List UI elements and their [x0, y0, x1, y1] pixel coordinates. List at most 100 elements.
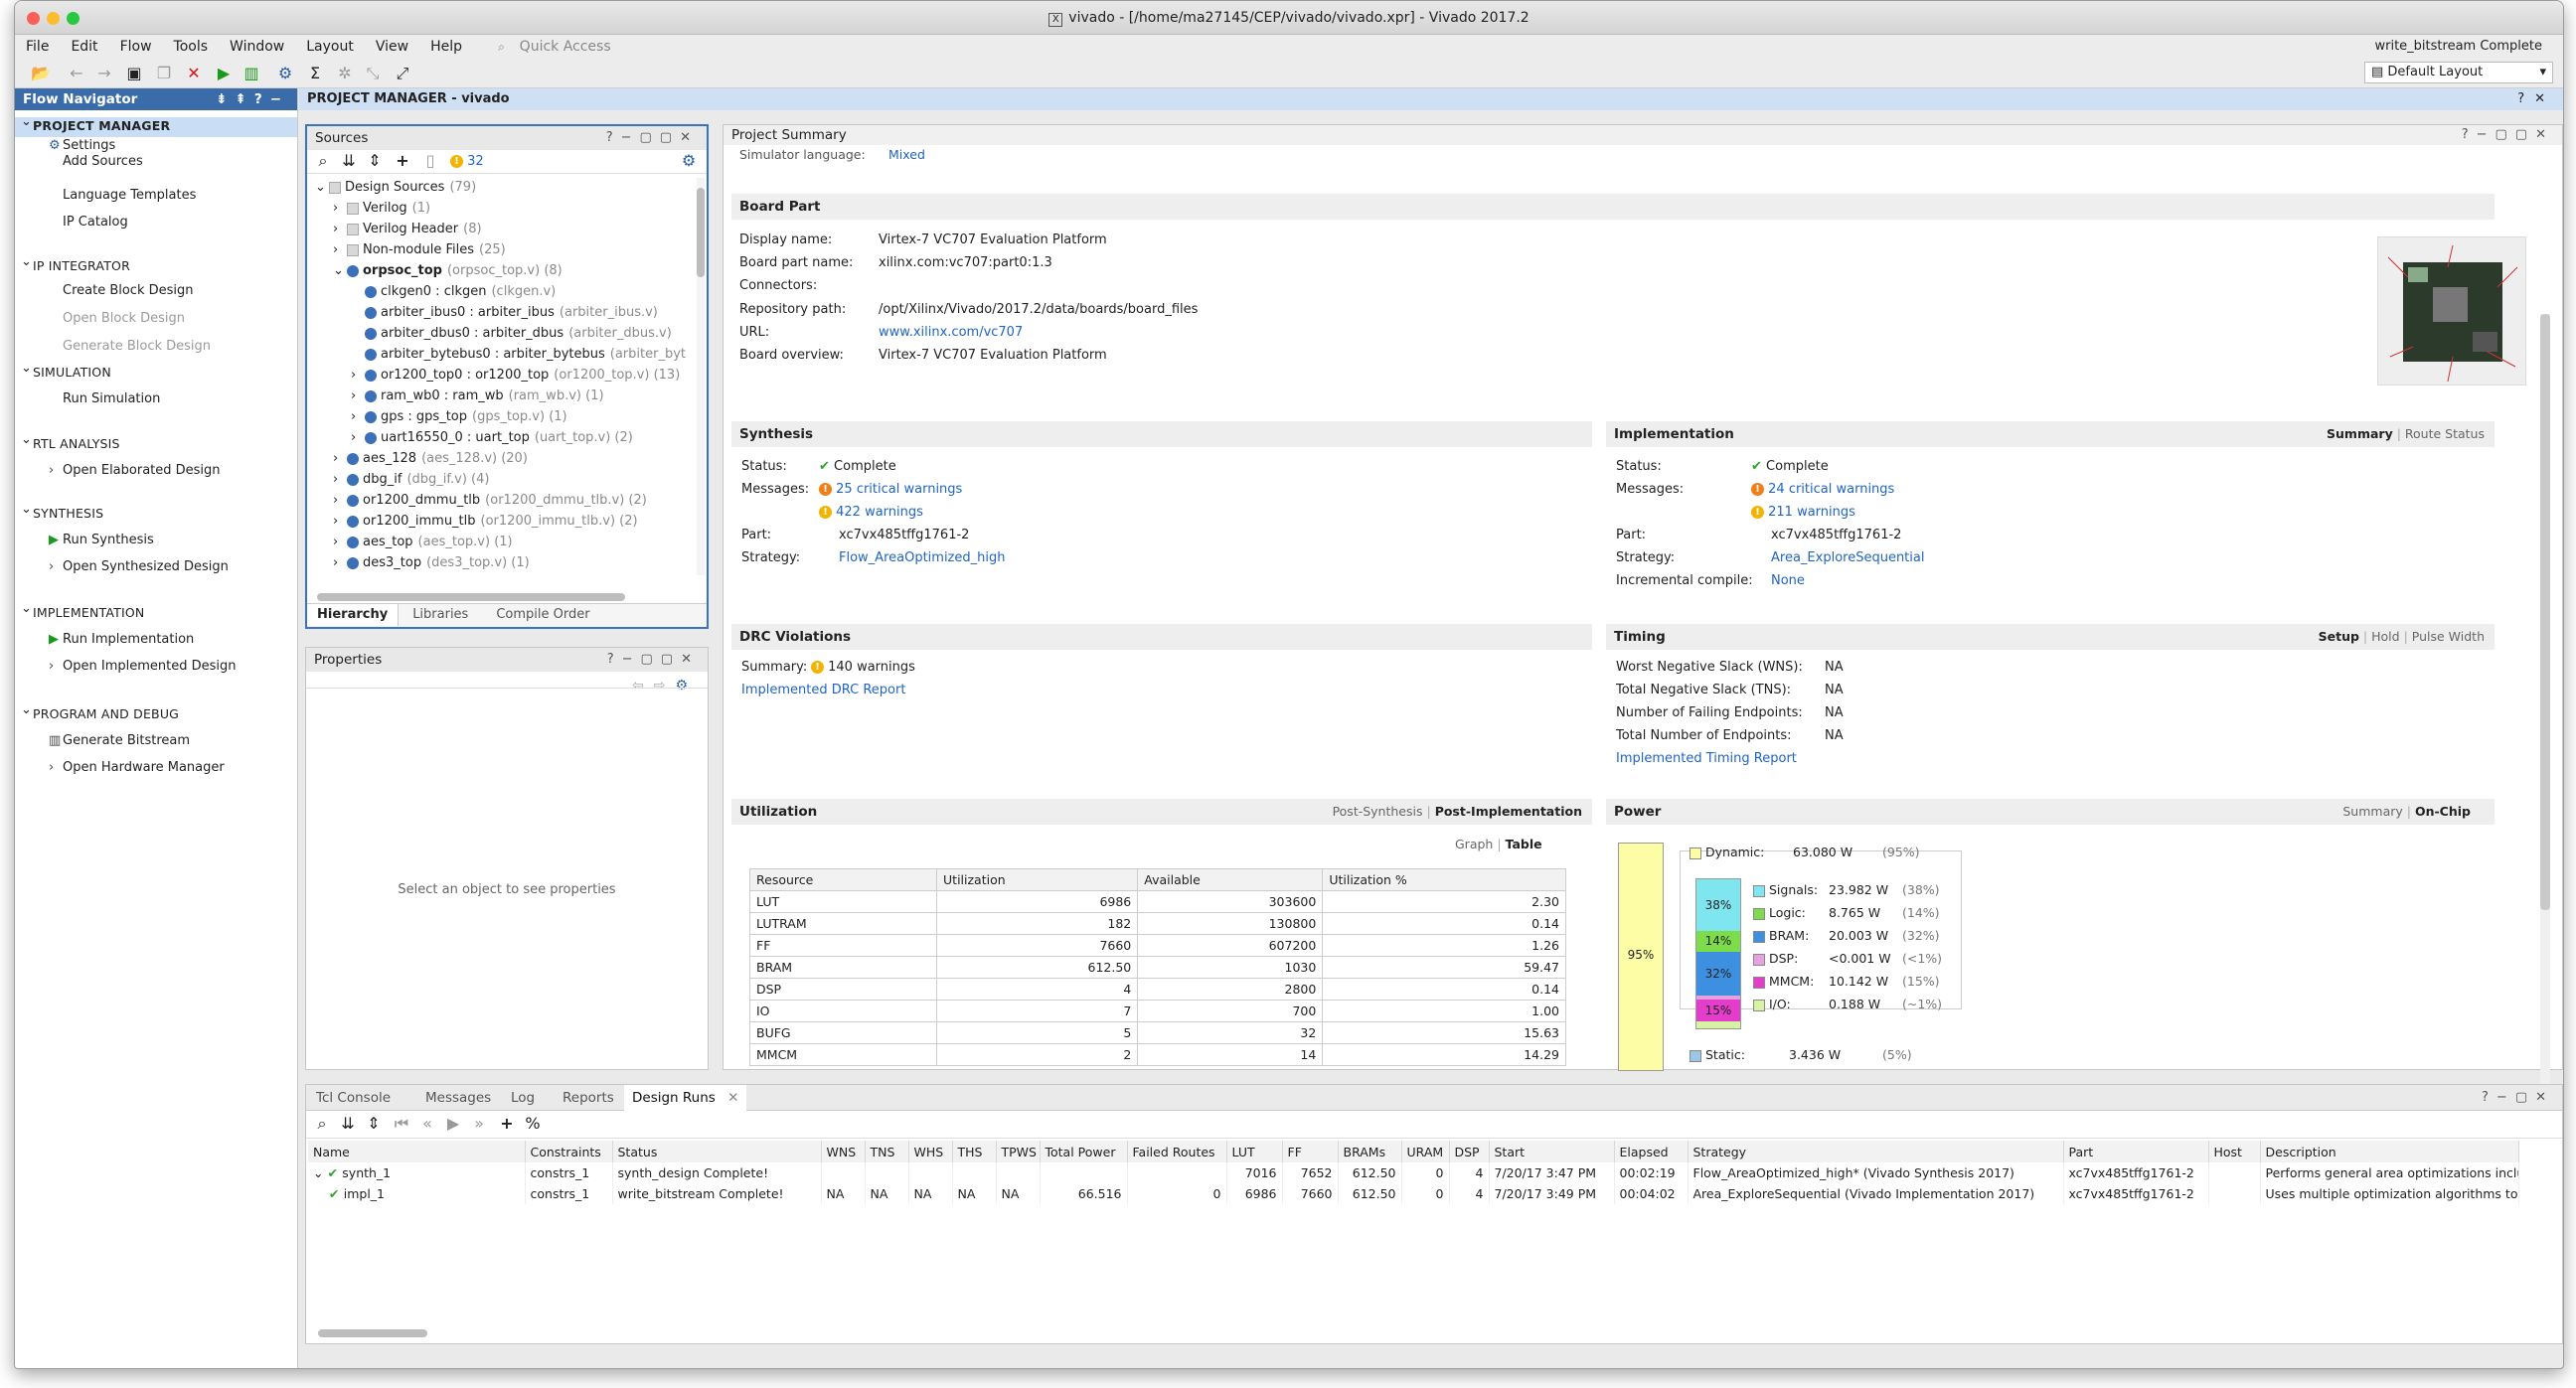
panel-window-icons[interactable]: ?−▢▢✕ — [2462, 125, 2554, 145]
tab-tcl-console[interactable]: Tcl Console — [308, 1085, 399, 1111]
chevron-right-icon[interactable]: › — [351, 409, 365, 424]
expand-chevron-icon[interactable]: ⌄ — [21, 114, 32, 129]
chevron-right-icon[interactable]: › — [333, 451, 347, 466]
board-url-link[interactable]: www.xilinx.com/vc707 — [879, 325, 1023, 340]
runs-col-header[interactable]: FF — [1282, 1141, 1339, 1162]
back-icon[interactable]: « — [417, 1115, 437, 1133]
collapse-all-icon[interactable]: ⇊ — [339, 152, 359, 170]
runs-col-header[interactable]: TPWS — [996, 1141, 1041, 1162]
runs-col-header[interactable]: WHS — [908, 1141, 953, 1162]
chevron-right-icon[interactable]: › — [333, 535, 347, 549]
chevron-down-icon[interactable]: ⌄ — [315, 180, 329, 195]
timing-tab-hold[interactable]: Hold — [2371, 629, 2399, 644]
settings-gear-icon[interactable]: ⚙ — [679, 152, 699, 170]
runs-col-header[interactable]: DSP — [1449, 1141, 1490, 1162]
tree-node[interactable]: › or1200_immu_tlb (or1200_immu_tlb.v) (2) — [333, 514, 638, 529]
percent-icon[interactable]: % — [523, 1115, 543, 1133]
panel-window-icons[interactable]: ?−▢✕ — [2482, 1085, 2554, 1111]
tree-node[interactable]: › gps : gps_top (gps_top.v) (1) — [351, 409, 567, 424]
quick-access-search[interactable]: ⌕ Quick Access — [487, 35, 633, 59]
runs-col-header[interactable]: WNS — [821, 1141, 866, 1162]
runs-col-header[interactable]: Part — [2063, 1141, 2209, 1162]
expand-all-icon[interactable]: ⇕ — [365, 152, 385, 170]
tree-node[interactable]: › dbg_if (dbg_if.v) (4) — [333, 472, 489, 487]
nav-item-4-0[interactable]: ▶ Run Synthesis — [49, 533, 154, 547]
util-view-table[interactable]: Table — [1506, 837, 1542, 851]
nav-item-2-0[interactable]: Run Simulation — [63, 391, 160, 406]
tree-node[interactable]: › Verilog (1) — [333, 201, 430, 216]
expand-chevron-icon[interactable]: ⌄ — [21, 702, 32, 717]
expand-chevron-icon[interactable]: ⌄ — [21, 361, 32, 376]
util-col-header[interactable]: Utilization % — [1322, 868, 1566, 891]
wand-icon[interactable]: ⤡ — [363, 65, 383, 82]
nav-item-0-0[interactable]: ⚙ Settings — [49, 138, 115, 153]
nav-item-0-1[interactable]: Add Sources — [63, 154, 143, 169]
impl-warning-link[interactable]: ! 211 warnings — [1751, 505, 1855, 520]
scroll-thumb[interactable] — [2540, 314, 2550, 910]
tree-node[interactable]: › or1200_dmmu_tlb (or1200_dmmu_tlb.v) (2) — [333, 493, 647, 508]
nav-section-0[interactable]: PROJECT MANAGER — [33, 118, 170, 133]
tab-compile-order[interactable]: Compile Order — [482, 604, 603, 626]
tree-node[interactable]: › uart16550_0 : uart_top (uart_top.v) (2) — [351, 430, 633, 445]
tree-node[interactable]: › des3_top (des3_top.v) (1) — [333, 555, 530, 570]
nav-section-2[interactable]: SIMULATION — [33, 365, 111, 380]
search-icon[interactable]: ⌕ — [313, 152, 333, 170]
scroll-thumb[interactable] — [697, 188, 705, 277]
nav-item-1-0[interactable]: Create Block Design — [63, 283, 194, 298]
nav-section-5[interactable]: IMPLEMENTATION — [33, 605, 144, 620]
chevron-right-icon[interactable]: › — [333, 242, 347, 257]
tree-node[interactable]: ⌄ orpsoc_top (orpsoc_top.v) (8) — [333, 263, 563, 278]
menu-view[interactable]: View — [365, 35, 419, 59]
nav-item-5-1[interactable]: › Open Implemented Design — [49, 659, 236, 674]
runs-col-header[interactable]: Start — [1489, 1141, 1615, 1162]
nav-item-3-0[interactable]: › Open Elaborated Design — [49, 463, 221, 478]
runs-col-header[interactable]: Status — [612, 1141, 822, 1162]
impl-tab-route-status[interactable]: Route Status — [2405, 426, 2485, 441]
nav-section-6[interactable]: PROGRAM AND DEBUG — [33, 706, 179, 721]
expand-chevron-icon[interactable]: ⌄ — [21, 254, 32, 269]
settings-gear-icon[interactable]: ⚙ — [275, 65, 295, 82]
runs-col-header[interactable]: BRAMs — [1338, 1141, 1402, 1162]
menu-flow[interactable]: Flow — [109, 35, 163, 59]
runs-col-header[interactable]: Strategy — [1688, 1141, 2064, 1162]
summary-scrollbar[interactable] — [2540, 314, 2550, 1149]
expand-chevron-icon[interactable]: ⌄ — [21, 601, 32, 616]
impl-incremental-link[interactable]: None — [1771, 573, 1805, 588]
util-tab-post-implementation[interactable]: Post-Implementation — [1435, 804, 1582, 819]
tree-node[interactable]: clkgen0 : clkgen (clkgen.v) — [351, 284, 556, 299]
nav-item-1-2[interactable]: Generate Block Design — [63, 339, 211, 354]
chevron-right-icon[interactable]: › — [351, 430, 365, 445]
chevron-right-icon[interactable]: › — [351, 368, 365, 383]
expand-chevron-icon[interactable]: ⌄ — [21, 502, 32, 517]
runs-col-header[interactable]: Name — [308, 1141, 526, 1162]
impl-strategy-link[interactable]: Area_ExploreSequential — [1771, 550, 1924, 565]
sources-scrollbar[interactable] — [697, 178, 705, 575]
menu-layout[interactable]: Layout — [295, 35, 365, 59]
tab-hierarchy[interactable]: Hierarchy — [307, 604, 400, 626]
runs-col-header[interactable]: LUT — [1226, 1141, 1283, 1162]
runs-col-header[interactable]: TNS — [865, 1141, 909, 1162]
fullscreen-icon[interactable]: ⤢ — [393, 65, 412, 82]
nav-item-6-0[interactable]: ▥ Generate Bitstream — [49, 733, 190, 748]
runs-col-header[interactable]: Total Power — [1040, 1141, 1128, 1162]
file-icon[interactable]: ▯ — [420, 152, 440, 170]
tree-node[interactable]: › or1200_top0 : or1200_top (or1200_top.v) … — [351, 368, 680, 383]
timing-tab-setup[interactable]: Setup — [2319, 629, 2359, 644]
tab-libraries[interactable]: Libraries — [399, 604, 482, 626]
nav-item-1-1[interactable]: Open Block Design — [63, 311, 185, 326]
forward-icon[interactable]: » — [469, 1115, 489, 1133]
chevron-right-icon[interactable]: › — [333, 555, 347, 570]
nav-item-0-3[interactable]: IP Catalog — [63, 215, 128, 230]
tab-design-runs[interactable]: Design Runs ✕ — [624, 1085, 747, 1112]
expand-chevron-icon[interactable]: ⌄ — [21, 432, 32, 447]
expand-all-icon[interactable]: ⇕ — [364, 1115, 384, 1133]
first-icon[interactable]: ⏮ — [392, 1115, 411, 1133]
warning-count[interactable]: ! 32 — [450, 154, 484, 169]
chevron-right-icon[interactable]: › — [333, 493, 347, 508]
tree-node[interactable]: arbiter_ibus0 : arbiter_ibus (arbiter_ibu… — [351, 305, 658, 320]
tab-log[interactable]: Log — [503, 1085, 543, 1111]
util-tab-post-synthesis[interactable]: Post-Synthesis — [1333, 804, 1423, 819]
nav-item-0-2[interactable]: Language Templates — [63, 188, 196, 203]
tree-node[interactable]: › ram_wb0 : ram_wb (ram_wb.v) (1) — [351, 388, 604, 403]
nav-item-5-0[interactable]: ▶ Run Implementation — [49, 632, 194, 647]
